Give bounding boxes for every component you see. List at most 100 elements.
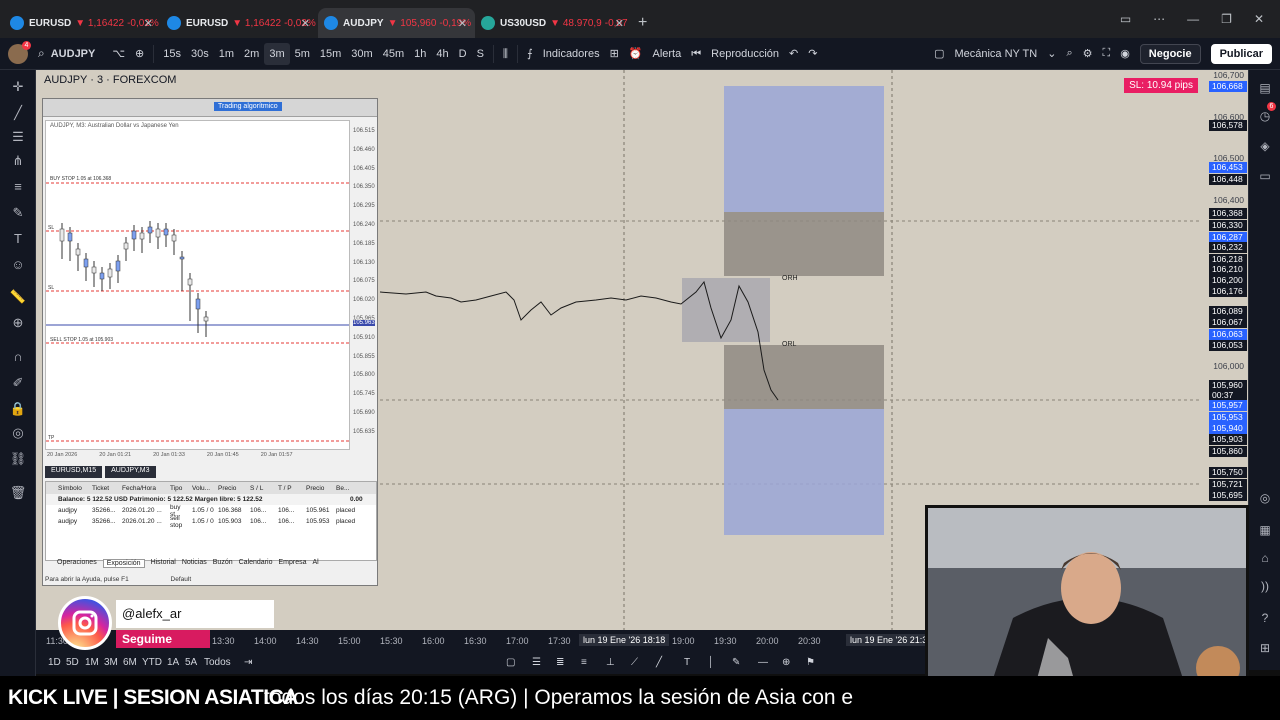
horizontal-line-icon[interactable]: — bbox=[758, 657, 768, 668]
indicators-icon[interactable]: ⨍ bbox=[522, 43, 538, 65]
layout-icon[interactable]: ▢ bbox=[934, 47, 944, 60]
publish-button[interactable]: Publicar bbox=[1210, 43, 1272, 64]
interval-s[interactable]: S bbox=[472, 43, 489, 65]
broadcast-icon[interactable]: )) bbox=[1257, 578, 1273, 594]
tab-close-icon[interactable]: ✕ bbox=[615, 17, 624, 30]
target-zone-bottom[interactable] bbox=[724, 409, 884, 535]
opening-range-high-box[interactable] bbox=[724, 212, 884, 276]
range-6m[interactable]: 6M bbox=[123, 657, 137, 668]
metatrader-window[interactable]: Trading algorítmico AUDJPY, M3: Australi… bbox=[42, 98, 378, 586]
brush-icon[interactable]: ✎ bbox=[9, 204, 27, 222]
path-tool-icon[interactable]: ⟋ bbox=[631, 657, 638, 668]
interval-45m[interactable]: 45m bbox=[378, 43, 409, 65]
browser-tab[interactable]: US30USD ▼ 48.970,9 -0,07 ✕ bbox=[475, 8, 632, 38]
link-icon[interactable]: ⛓ bbox=[9, 450, 27, 468]
brush-tool-icon[interactable]: ✎ bbox=[732, 657, 740, 668]
grid-icon[interactable]: ⊞ bbox=[1257, 640, 1273, 656]
drawing-mode-icon[interactable]: ✐ bbox=[9, 374, 27, 392]
order-row[interactable]: audjpy 35266... 2026.01.20 ... sell stop… bbox=[46, 515, 376, 529]
layers-icon[interactable]: ◈ bbox=[1257, 138, 1273, 154]
camera-icon[interactable]: ◉ bbox=[1120, 47, 1130, 60]
col-header[interactable]: Precio bbox=[218, 485, 250, 492]
trash-icon[interactable]: 🗑 bbox=[9, 484, 27, 502]
candle-type-icon[interactable]: ⫼ bbox=[498, 43, 513, 65]
fullscreen-icon[interactable]: ⛶ bbox=[1102, 47, 1110, 60]
text-tool-icon[interactable]: T bbox=[684, 657, 690, 668]
terminal-tab-active[interactable]: Exposición bbox=[102, 559, 145, 568]
interval-15m[interactable]: 15m bbox=[315, 43, 346, 65]
interval-5m[interactable]: 5m bbox=[290, 43, 315, 65]
chevron-down-icon[interactable]: ⌄ bbox=[1047, 47, 1056, 60]
range-1a[interactable]: 1A bbox=[167, 657, 179, 668]
new-tab-button[interactable]: + bbox=[638, 8, 647, 38]
quick-search-icon[interactable]: ⌕ bbox=[1066, 47, 1072, 60]
opening-range-low-box[interactable] bbox=[724, 345, 884, 409]
emoji-icon[interactable]: ☺ bbox=[9, 256, 27, 274]
terminal-tab[interactable]: Al bbox=[313, 559, 319, 568]
trade-button[interactable]: Negocie bbox=[1139, 43, 1201, 64]
trend-line-icon[interactable]: ╱ bbox=[9, 104, 27, 122]
col-header[interactable]: S / L bbox=[250, 485, 278, 492]
horizontal-lines-icon[interactable]: ☰ bbox=[9, 128, 27, 146]
col-header[interactable]: Be... bbox=[336, 485, 356, 492]
algo-trading-button[interactable]: Trading algorítmico bbox=[214, 102, 282, 111]
target-zone-top[interactable] bbox=[724, 86, 884, 212]
compare-icon[interactable]: ⌥ bbox=[107, 43, 130, 65]
date-range-icon[interactable]: ⇥ bbox=[244, 657, 252, 668]
mt4-chart-tab[interactable]: AUDJPY,M3 bbox=[105, 466, 156, 478]
alert-button[interactable]: Alerta bbox=[648, 43, 687, 65]
interval-3m[interactable]: 3m bbox=[264, 42, 290, 65]
browser-tab[interactable]: EURUSD ▼ 1,16422 -0,02% ✕ bbox=[4, 8, 161, 38]
replay-icon[interactable]: ⏮ bbox=[686, 43, 706, 65]
interval-1h[interactable]: 1h bbox=[409, 43, 431, 65]
interval-2m[interactable]: 2m bbox=[239, 43, 264, 65]
line-tool-icon[interactable]: ╱ bbox=[656, 657, 662, 668]
mt4-chart-tab[interactable]: EURUSD,M15 bbox=[45, 466, 103, 478]
interval-1m[interactable]: 1m bbox=[214, 43, 239, 65]
flag-tool-icon[interactable]: ⚑ bbox=[806, 657, 815, 668]
search-icon[interactable]: ⌕ bbox=[38, 46, 45, 61]
layout-name[interactable]: Mecánica NY TN bbox=[954, 48, 1037, 60]
terminal-tab[interactable]: Historial bbox=[151, 559, 176, 568]
zoom-icon[interactable]: ⊕ bbox=[9, 314, 27, 332]
alert-icon[interactable]: ⏰ bbox=[624, 43, 648, 65]
tab-close-icon[interactable]: ✕ bbox=[144, 17, 153, 30]
col-header[interactable]: Ticket bbox=[92, 485, 122, 492]
tab-close-icon[interactable]: ✕ bbox=[458, 17, 467, 30]
cast-icon[interactable]: ▭ bbox=[1120, 12, 1131, 26]
col-header[interactable]: Símbolo bbox=[58, 485, 92, 492]
anchor-tool-icon[interactable]: ⊥ bbox=[606, 657, 615, 668]
chat-icon[interactable]: ▭ bbox=[1257, 168, 1273, 184]
list-tool-icon[interactable]: ☰ bbox=[532, 657, 541, 668]
fib-tool-icon[interactable]: ≣ bbox=[556, 657, 564, 668]
terminal-tab[interactable]: Noticias bbox=[182, 559, 207, 568]
range-1d[interactable]: 1D bbox=[48, 657, 61, 668]
layouts-icon[interactable]: ⊞ bbox=[605, 43, 624, 65]
range-box[interactable] bbox=[682, 278, 770, 342]
col-header[interactable]: Precio bbox=[306, 485, 336, 492]
replay-button[interactable]: Reproducción bbox=[706, 43, 784, 65]
browser-tab[interactable]: EURUSD ▼ 1,16422 -0,02% ✕ bbox=[161, 8, 318, 38]
order-row[interactable]: audjpy 35266... 2026.01.20 ... buy st...… bbox=[46, 504, 376, 518]
lock-icon[interactable]: 🔒 bbox=[9, 400, 27, 418]
interval-15s[interactable]: 15s bbox=[158, 43, 186, 65]
ruler-icon[interactable]: 📏 bbox=[9, 288, 27, 306]
undo-icon[interactable]: ↶ bbox=[784, 43, 803, 65]
target-icon[interactable]: ◎ bbox=[1257, 490, 1273, 506]
col-header[interactable]: Tipo bbox=[170, 485, 192, 492]
terminal-tab[interactable]: Operaciones bbox=[57, 559, 97, 568]
interval-d[interactable]: D bbox=[454, 43, 472, 65]
range-1m[interactable]: 1M bbox=[85, 657, 99, 668]
range-5a[interactable]: 5A bbox=[185, 657, 197, 668]
pitchfork-icon[interactable]: ⋔ bbox=[9, 152, 27, 170]
col-header[interactable]: Fecha/Hora bbox=[122, 485, 170, 492]
calendar-icon[interactable]: ▦ bbox=[1257, 522, 1273, 538]
terminal-tab[interactable]: Empresa bbox=[278, 559, 306, 568]
eye-icon[interactable]: ◎ bbox=[9, 424, 27, 442]
range-5d[interactable]: 5D bbox=[66, 657, 79, 668]
terminal-tab[interactable]: Calendario bbox=[239, 559, 273, 568]
rectangle-tool-icon[interactable]: ▢ bbox=[506, 657, 515, 668]
redo-icon[interactable]: ↷ bbox=[803, 43, 822, 65]
close-window-icon[interactable]: ✕ bbox=[1254, 12, 1264, 26]
magnet-icon[interactable]: ∩ bbox=[9, 348, 27, 366]
